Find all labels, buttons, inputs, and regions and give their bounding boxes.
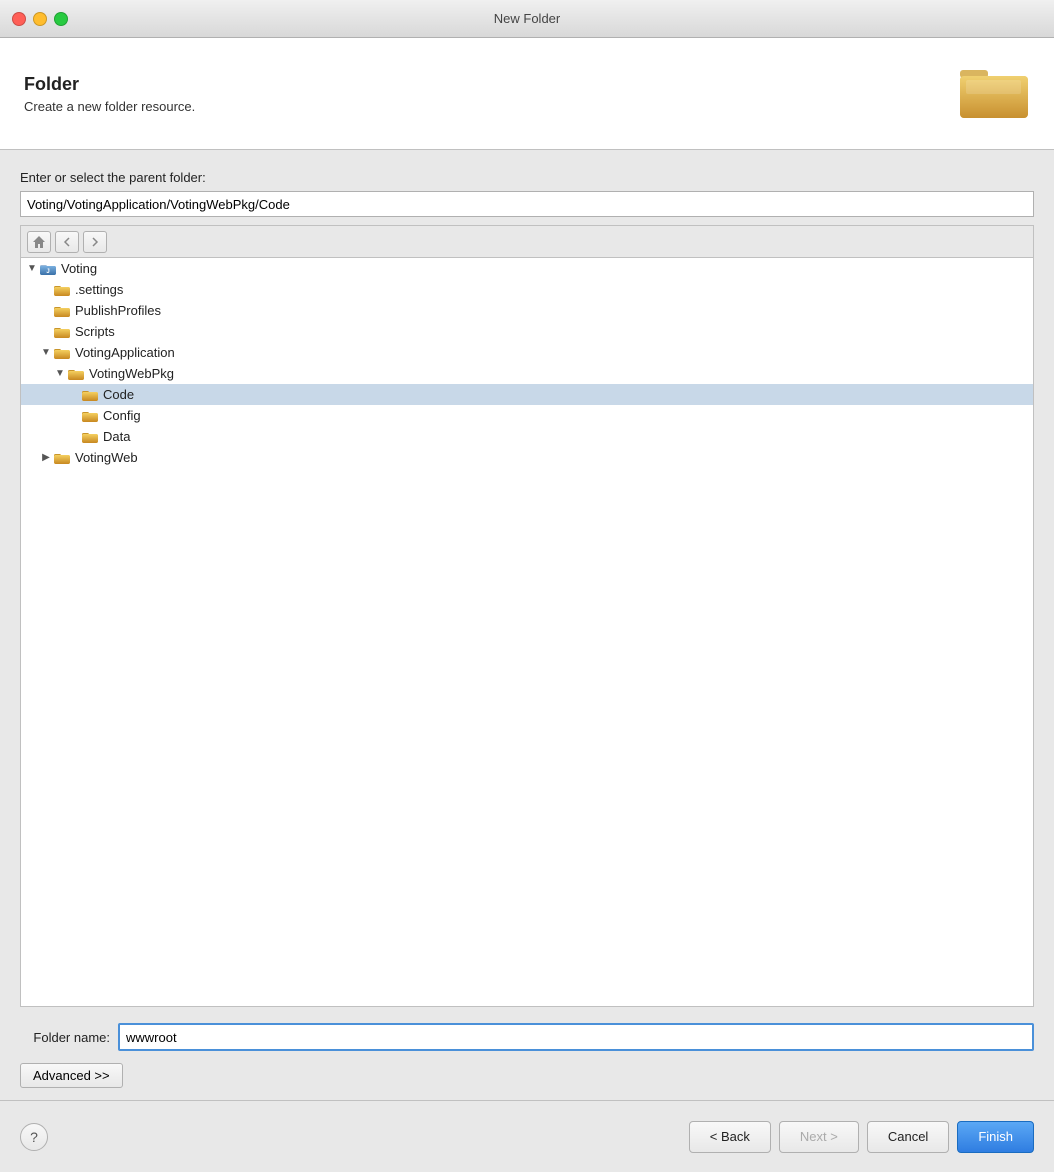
tree-item-code[interactable]: Code: [21, 384, 1033, 405]
folder-name-input[interactable]: [118, 1023, 1034, 1051]
tree-item-publishprofiles[interactable]: PublishProfiles: [21, 300, 1033, 321]
tree-item-voting[interactable]: J Voting: [21, 258, 1033, 279]
header-section: Folder Create a new folder resource.: [0, 38, 1054, 150]
tree-label-publishprofiles: PublishProfiles: [75, 303, 161, 318]
folder-icon-config: [81, 408, 99, 423]
page-subtitle: Create a new folder resource.: [24, 99, 195, 114]
tree-label-votingweb: VotingWeb: [75, 450, 138, 465]
folder-icon-voting: J: [39, 261, 57, 276]
cancel-button[interactable]: Cancel: [867, 1121, 949, 1153]
tree-item-settings[interactable]: .settings: [21, 279, 1033, 300]
advanced-button[interactable]: Advanced >>: [20, 1063, 123, 1088]
tree-label-config: Config: [103, 408, 141, 423]
maximize-button[interactable]: [54, 12, 68, 26]
back-nav-button[interactable]: [55, 231, 79, 253]
folder-icon-settings: [53, 282, 71, 297]
forward-nav-button[interactable]: [83, 231, 107, 253]
parent-folder-label: Enter or select the parent folder:: [20, 170, 1034, 185]
minimize-button[interactable]: [33, 12, 47, 26]
toggle-votingweb[interactable]: [39, 451, 53, 465]
header-text: Folder Create a new folder resource.: [24, 74, 195, 114]
toggle-votingwebpkg[interactable]: [53, 367, 67, 381]
next-button[interactable]: Next >: [779, 1121, 859, 1153]
footer-buttons: < Back Next > Cancel Finish: [689, 1121, 1034, 1153]
tree-label-data: Data: [103, 429, 130, 444]
tree-label-settings: .settings: [75, 282, 123, 297]
folder-name-label: Folder name:: [20, 1030, 110, 1045]
folder-tree[interactable]: J Voting .settings PublishProfiles: [20, 257, 1034, 1007]
tree-item-config[interactable]: Config: [21, 405, 1033, 426]
tree-label-voting: Voting: [61, 261, 97, 276]
tree-item-votingwebpkg[interactable]: VotingWebPkg: [21, 363, 1033, 384]
folder-icon-votingapplication: [53, 345, 71, 360]
back-button[interactable]: < Back: [689, 1121, 771, 1153]
folder-name-row: Folder name:: [20, 1023, 1034, 1051]
tree-label-scripts: Scripts: [75, 324, 115, 339]
footer-left: ?: [20, 1123, 48, 1151]
finish-button[interactable]: Finish: [957, 1121, 1034, 1153]
tree-label-votingwebpkg: VotingWebPkg: [89, 366, 174, 381]
parent-path-input[interactable]: [20, 191, 1034, 217]
tree-item-votingapplication[interactable]: VotingApplication: [21, 342, 1033, 363]
toggle-votingapplication[interactable]: [39, 346, 53, 360]
window-title: New Folder: [494, 11, 560, 26]
footer: ? < Back Next > Cancel Finish: [0, 1100, 1054, 1172]
traffic-lights: [12, 12, 68, 26]
svg-text:J: J: [46, 269, 49, 275]
folder-icon-scripts: [53, 324, 71, 339]
tree-item-votingweb[interactable]: VotingWeb: [21, 447, 1033, 468]
close-button[interactable]: [12, 12, 26, 26]
tree-item-data[interactable]: Data: [21, 426, 1033, 447]
folder-icon-data: [81, 429, 99, 444]
help-button[interactable]: ?: [20, 1123, 48, 1151]
title-bar: New Folder: [0, 0, 1054, 38]
toggle-voting[interactable]: [25, 262, 39, 276]
folder-icon-large: [958, 58, 1030, 129]
folder-icon-publishprofiles: [53, 303, 71, 318]
form-area: Folder name: Advanced >>: [0, 1007, 1054, 1100]
main-content: Enter or select the parent folder: J: [0, 150, 1054, 1007]
tree-item-scripts[interactable]: Scripts: [21, 321, 1033, 342]
folder-icon-code: [81, 387, 99, 402]
page-title: Folder: [24, 74, 195, 95]
home-button[interactable]: [27, 231, 51, 253]
folder-icon-votingweb: [53, 450, 71, 465]
tree-toolbar: [20, 225, 1034, 257]
tree-label-code: Code: [103, 387, 134, 402]
tree-label-votingapplication: VotingApplication: [75, 345, 175, 360]
folder-icon-votingwebpkg: [67, 366, 85, 381]
